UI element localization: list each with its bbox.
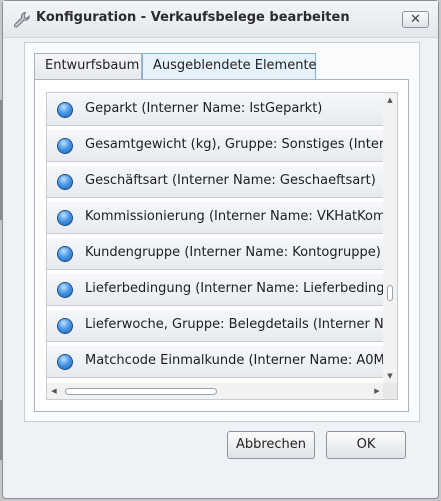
list-item-label: Geparkt (Interner Name: IstGeparkt) bbox=[85, 101, 323, 116]
list-item[interactable]: Matchcode Einmalkunde (Interner Name: A0… bbox=[47, 345, 384, 378]
bullet-icon bbox=[57, 246, 73, 262]
bullet-icon bbox=[57, 138, 73, 154]
bullet-icon bbox=[57, 354, 73, 370]
list-item-label: Geschäftsart (Interner Name: Geschaeftsa… bbox=[85, 173, 376, 188]
list-item-label: Kommissionierung (Interner Name: VKHatKo… bbox=[85, 209, 384, 224]
bullet-icon bbox=[57, 282, 73, 298]
list-item-label: Matchcode Einmalkunde (Interner Name: A0… bbox=[85, 353, 384, 368]
config-dialog: Konfiguration - Verkaufsbelege bearbeite… bbox=[2, 0, 439, 499]
list-viewport: Geparkt (Interner Name: IstGeparkt) Gesa… bbox=[47, 93, 384, 383]
scroll-right-icon[interactable]: ▶ bbox=[370, 383, 384, 399]
list-item[interactable]: Lieferwoche, Gruppe: Belegdetails (Inter… bbox=[47, 309, 384, 342]
ok-button[interactable]: OK bbox=[326, 431, 406, 459]
scrollbar-corner bbox=[383, 383, 397, 399]
list-item[interactable]: Gesamtgewicht (kg), Gruppe: Sonstiges (I… bbox=[47, 129, 384, 162]
horizontal-scroll-thumb[interactable] bbox=[65, 388, 217, 395]
list-item[interactable]: Lieferbedingung (Interner Name: Lieferbe… bbox=[47, 273, 384, 306]
horizontal-scrollbar[interactable]: ◀ ▶ bbox=[47, 383, 384, 399]
list-item[interactable]: Geschäftsart (Interner Name: Geschaeftsa… bbox=[47, 165, 384, 198]
bullet-icon bbox=[57, 318, 73, 334]
titlebar: Konfiguration - Verkaufsbelege bearbeite… bbox=[3, 1, 438, 38]
dialog-content: Entwurfsbaum Ausgeblendete Elemente Gepa… bbox=[24, 42, 420, 422]
scroll-down-icon[interactable]: ▼ bbox=[383, 369, 397, 383]
vertical-scrollbar[interactable]: ▲ ▼ bbox=[383, 93, 397, 383]
vertical-scroll-thumb[interactable] bbox=[387, 285, 393, 301]
scroll-left-icon[interactable]: ◀ bbox=[47, 383, 61, 399]
list-item-label: Gesamtgewicht (kg), Gruppe: Sonstiges (I… bbox=[85, 137, 384, 152]
list-item-label: Lieferwoche, Gruppe: Belegdetails (Inter… bbox=[85, 317, 384, 332]
list-item-label: Kundengruppe (Interner Name: Kontogruppe… bbox=[85, 245, 381, 260]
list-item[interactable]: Kommissionierung (Interner Name: VKHatKo… bbox=[47, 201, 384, 234]
close-icon: ✕ bbox=[410, 12, 421, 27]
close-button[interactable]: ✕ bbox=[402, 11, 429, 28]
tab-ausgeblendete-elemente[interactable]: Ausgeblendete Elemente bbox=[142, 53, 317, 80]
cancel-button[interactable]: Abbrechen bbox=[227, 431, 315, 459]
tab-panel-ausgeblendete-elemente: Geparkt (Interner Name: IstGeparkt) Gesa… bbox=[34, 79, 409, 412]
tab-entwurfsbaum[interactable]: Entwurfsbaum bbox=[34, 53, 142, 79]
list-item[interactable]: Kundengruppe (Interner Name: Kontogruppe… bbox=[47, 237, 384, 270]
hidden-elements-list[interactable]: Geparkt (Interner Name: IstGeparkt) Gesa… bbox=[46, 92, 398, 400]
wrench-icon bbox=[14, 11, 30, 28]
window-title: Konfiguration - Verkaufsbelege bearbeite… bbox=[36, 10, 350, 25]
bullet-icon bbox=[57, 210, 73, 226]
scroll-up-icon[interactable]: ▲ bbox=[383, 93, 397, 107]
bullet-icon bbox=[57, 174, 73, 190]
list-item-label: Lieferbedingung (Interner Name: Lieferbe… bbox=[85, 281, 384, 296]
bullet-icon bbox=[57, 102, 73, 118]
list-item[interactable]: Geparkt (Interner Name: IstGeparkt) bbox=[47, 93, 384, 126]
